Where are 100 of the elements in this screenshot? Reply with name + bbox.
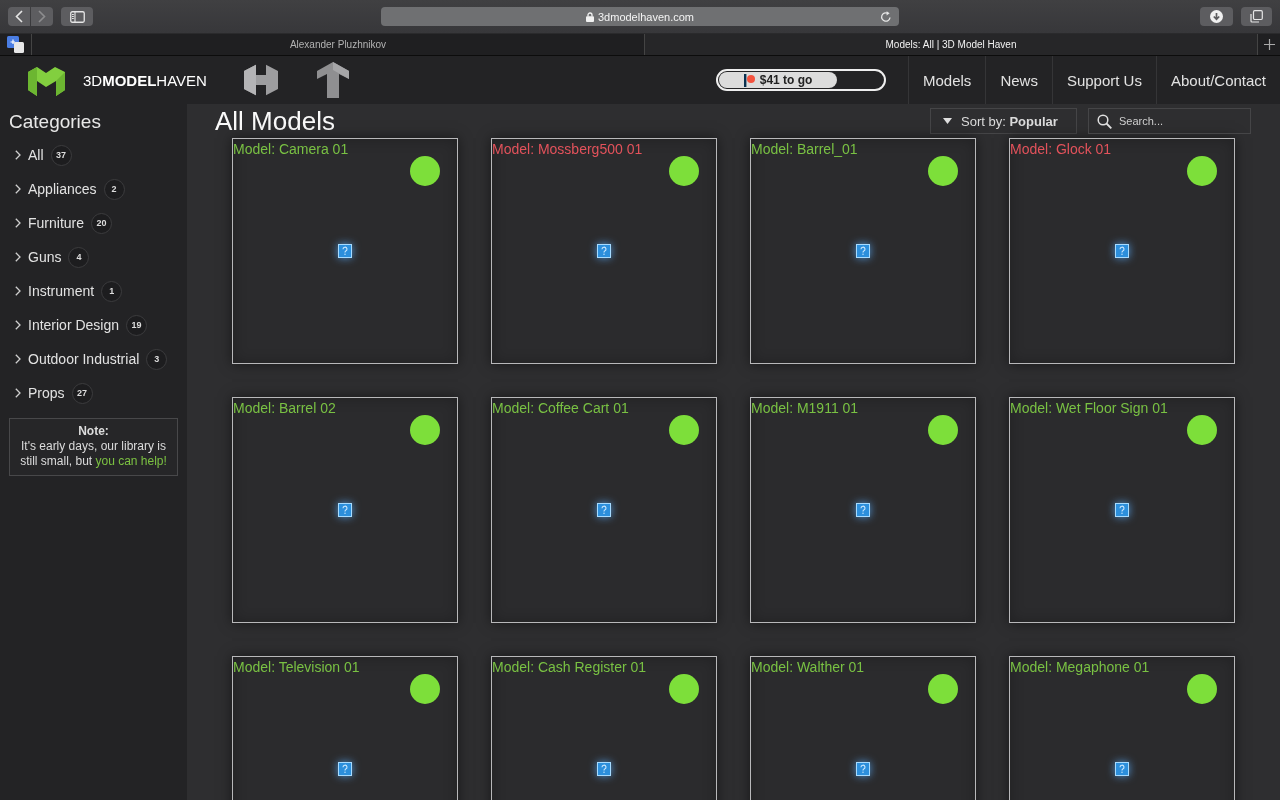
count-badge: 27: [71, 382, 93, 404]
plus-icon: [1263, 39, 1275, 50]
bar-and-dot-icon: [743, 73, 755, 87]
url-text: 3dmodelhaven.com: [598, 10, 694, 23]
category-link[interactable]: Interior Design: [28, 317, 120, 333]
address-field[interactable]: 3dmodelhaven.com: [381, 7, 899, 26]
tab-overview-button[interactable]: [1241, 7, 1272, 26]
count-badge: 1: [101, 280, 123, 302]
model-card[interactable]: Model: Television 01: [232, 656, 458, 800]
chevron-right-icon: [15, 218, 21, 228]
chevron-left-icon: [15, 10, 23, 23]
count-badge: 20: [91, 212, 113, 234]
count-badge: 19: [126, 314, 148, 336]
model-card[interactable]: Model: Glock 01: [1009, 138, 1235, 364]
category-link[interactable]: Instrument: [28, 283, 95, 299]
caret-down-icon: [943, 118, 952, 124]
question-mark-icon: [1115, 503, 1129, 517]
model-card[interactable]: Model: Barrel_01: [750, 138, 976, 364]
chevron-right-icon: [15, 252, 21, 262]
category-link[interactable]: Outdoor Industrial: [28, 351, 140, 367]
question-mark-icon: [1115, 762, 1129, 776]
model-card[interactable]: Model: Barrel 02: [232, 397, 458, 623]
overlapping-squares-icon: [1250, 10, 1263, 23]
model-title: Model: Barrel_01: [751, 140, 858, 158]
model-title: Model: M1911 01: [751, 399, 859, 417]
model-title: Model: Cash Register 01: [492, 658, 647, 676]
chevron-right-icon: [15, 184, 21, 194]
status-dot-icon: [1187, 415, 1217, 445]
count-badge: 3: [146, 348, 168, 370]
model-title: Model: Megaphone 01: [1010, 658, 1150, 676]
overlapping-tiles-icon[interactable]: [7, 36, 24, 53]
hexagon-h-icon[interactable]: [243, 62, 278, 98]
model-title: Model: Barrel 02: [233, 399, 336, 417]
model-card[interactable]: Model: Walther 01: [750, 656, 976, 800]
model-title: Model: Mossberg500 01: [492, 140, 643, 158]
status-dot-icon: [1187, 674, 1217, 704]
chevron-right-icon: [15, 320, 21, 330]
goal-label: $41 to go: [759, 73, 813, 87]
categories-heading: Categories: [9, 110, 102, 134]
status-dot-icon: [669, 156, 699, 186]
model-card[interactable]: Model: M1911 01: [750, 397, 976, 623]
logo-text[interactable]: 3DMODELHAVEN: [83, 71, 207, 89]
status-dot-icon: [928, 415, 958, 445]
sidebar-toggle-button[interactable]: [61, 7, 93, 26]
model-card[interactable]: Model: Camera 01: [232, 138, 458, 364]
model-title: Model: Coffee Cart 01: [492, 399, 629, 417]
download-icon: [1210, 10, 1223, 23]
question-mark-icon: [338, 503, 352, 517]
chevron-right-icon: [38, 10, 46, 23]
chevron-right-icon: [15, 150, 21, 160]
model-card[interactable]: Model: Cash Register 01: [491, 656, 717, 800]
question-mark-icon: [338, 244, 352, 258]
status-dot-icon: [669, 674, 699, 704]
m-logo-icon[interactable]: [28, 64, 65, 96]
chevron-right-icon: [15, 354, 21, 364]
downloads-button[interactable]: [1200, 7, 1233, 26]
question-mark-icon: [338, 762, 352, 776]
browser-tab[interactable]: Models: All | 3D Model Haven: [645, 34, 1258, 55]
model-title: Model: Television 01: [233, 658, 360, 676]
help-link[interactable]: you can help!: [95, 454, 167, 468]
model-card[interactable]: Model: Megaphone 01: [1009, 656, 1235, 800]
count-badge: 4: [68, 246, 90, 268]
status-dot-icon: [1187, 156, 1217, 186]
note-title: Note:: [77, 424, 110, 439]
page-title: All Models: [215, 106, 335, 136]
question-mark-icon: [1115, 244, 1129, 258]
category-link[interactable]: Appliances: [28, 181, 97, 197]
status-dot-icon: [410, 415, 440, 445]
category-link[interactable]: Props: [28, 385, 65, 401]
status-dot-icon: [669, 415, 699, 445]
search-icon: [1097, 113, 1112, 129]
count-badge: 37: [50, 144, 72, 166]
note-text: It's early days, our library is still small, but you can help!: [19, 439, 168, 469]
question-mark-icon: [597, 503, 611, 517]
sort-dropdown[interactable]: Sort by: Popular: [930, 108, 1077, 134]
category-link[interactable]: All: [28, 147, 44, 163]
status-dot-icon: [410, 674, 440, 704]
question-mark-icon: [856, 762, 870, 776]
lock-icon: [586, 11, 594, 22]
status-dot-icon: [928, 156, 958, 186]
question-mark-icon: [856, 244, 870, 258]
status-dot-icon: [928, 674, 958, 704]
category-link[interactable]: Furniture: [28, 215, 85, 231]
back-button[interactable]: [8, 7, 30, 26]
model-title: Model: Walther 01: [751, 658, 865, 676]
status-dot-icon: [410, 156, 440, 186]
question-mark-icon: [597, 762, 611, 776]
sidebar-icon: [69, 10, 85, 23]
model-card[interactable]: Model: Coffee Cart 01: [491, 397, 717, 623]
t-shape-icon[interactable]: [316, 62, 349, 98]
reload-icon[interactable]: [880, 10, 892, 23]
model-title: Model: Camera 01: [233, 140, 349, 158]
model-card[interactable]: Model: Wet Floor Sign 01: [1009, 397, 1235, 623]
model-card[interactable]: Model: Mossberg500 01: [491, 138, 717, 364]
model-title: Model: Wet Floor Sign 01: [1010, 399, 1168, 417]
category-link[interactable]: Guns: [28, 249, 62, 265]
count-badge: 2: [103, 178, 125, 200]
question-mark-icon: [856, 503, 870, 517]
search-field[interactable]: Search...: [1088, 108, 1251, 134]
question-mark-icon: [597, 244, 611, 258]
